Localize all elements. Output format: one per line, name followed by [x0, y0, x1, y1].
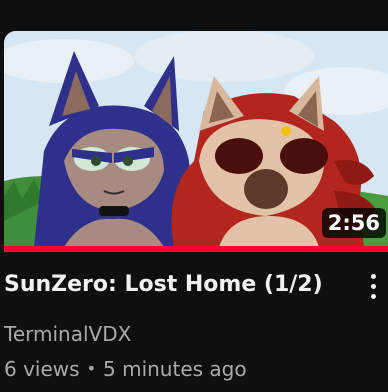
meta-separator: •	[86, 359, 96, 378]
video-metadata: 6 views • 5 minutes ago	[4, 357, 247, 381]
watch-progress-bar	[4, 246, 388, 252]
duration-badge: 2:56	[321, 208, 386, 238]
menu-dot	[370, 293, 376, 299]
upload-time: 5 minutes ago	[103, 357, 247, 381]
view-count: 6 views	[4, 357, 80, 381]
video-title[interactable]: SunZero: Lost Home (1/2)	[4, 269, 344, 301]
more-vert-icon[interactable]	[358, 266, 388, 306]
menu-dot	[370, 273, 376, 279]
menu-dot	[370, 283, 376, 289]
video-card[interactable]: 2:56 SunZero: Lost Home (1/2) TerminalVD…	[0, 0, 388, 392]
channel-name[interactable]: TerminalVDX	[4, 322, 131, 346]
